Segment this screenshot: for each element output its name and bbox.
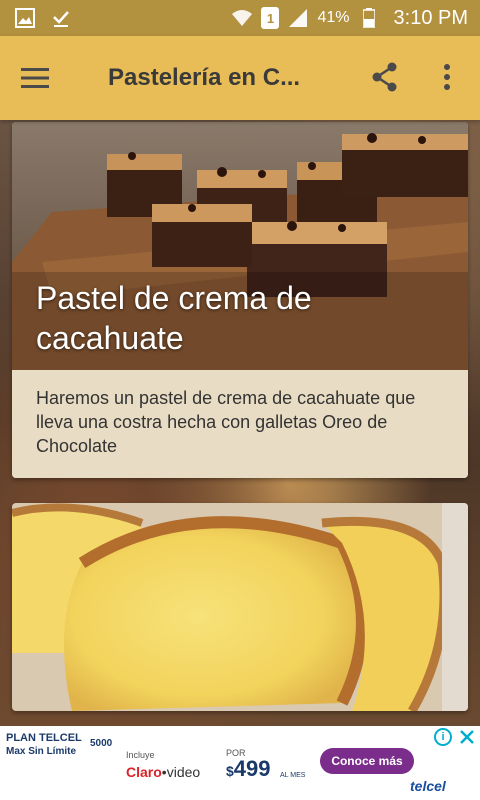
- clock: 3:10 PM: [393, 6, 468, 29]
- ad-info-icon[interactable]: i: [434, 728, 452, 746]
- signal-icon: [287, 8, 309, 28]
- recipe-card[interactable]: Pastel de crema de cacahuate Haremos un …: [12, 122, 468, 478]
- sim-icon: 1: [261, 7, 280, 29]
- ad-banner[interactable]: PLAN TELCEL Max Sin Límite 5000 Incluye …: [0, 726, 480, 800]
- app-bar: Pastelería en C...: [0, 36, 480, 120]
- ad-currency: $: [226, 763, 234, 779]
- page-title: Pastelería en C...: [108, 64, 301, 91]
- menu-button[interactable]: [0, 36, 70, 120]
- ad-plan-number: 5000: [90, 738, 113, 749]
- ad-period: AL MES: [280, 772, 306, 779]
- ad-price: $499: [226, 756, 271, 782]
- ad-close-icon[interactable]: [458, 728, 476, 746]
- ad-plan-title: PLAN TELCEL: [6, 732, 82, 744]
- ad-brand-logo: telcel: [410, 778, 446, 794]
- ad-plan-subtitle: Max Sin Límite: [6, 746, 77, 757]
- gallery-icon: [14, 8, 36, 28]
- recipe-photo: [12, 503, 468, 711]
- share-button[interactable]: [362, 54, 408, 100]
- hamburger-menu-icon: [21, 68, 49, 88]
- ad-includes: Incluye: [126, 750, 155, 760]
- more-options-button[interactable]: [424, 54, 470, 100]
- ad-claro: Claro: [126, 764, 162, 780]
- download-done-icon: [50, 8, 72, 28]
- ad-price-value: 499: [233, 756, 271, 781]
- wifi-icon: [231, 8, 253, 28]
- battery-percent: 41%: [317, 9, 350, 26]
- recipe-description: Haremos un pastel de crema de cacahuate …: [12, 370, 468, 478]
- ad-video: video: [166, 764, 201, 780]
- battery-icon: [358, 8, 380, 28]
- recipe-card[interactable]: [12, 503, 468, 711]
- ad-claro-video: Claro•video: [126, 764, 201, 780]
- recipe-title: Pastel de crema de cacahuate: [36, 280, 312, 356]
- status-bar: 1 41% 3:10 PM: [0, 0, 480, 36]
- more-vert-icon: [444, 64, 450, 90]
- ad-cta-button[interactable]: Conoce más: [320, 748, 414, 774]
- share-icon: [372, 62, 397, 92]
